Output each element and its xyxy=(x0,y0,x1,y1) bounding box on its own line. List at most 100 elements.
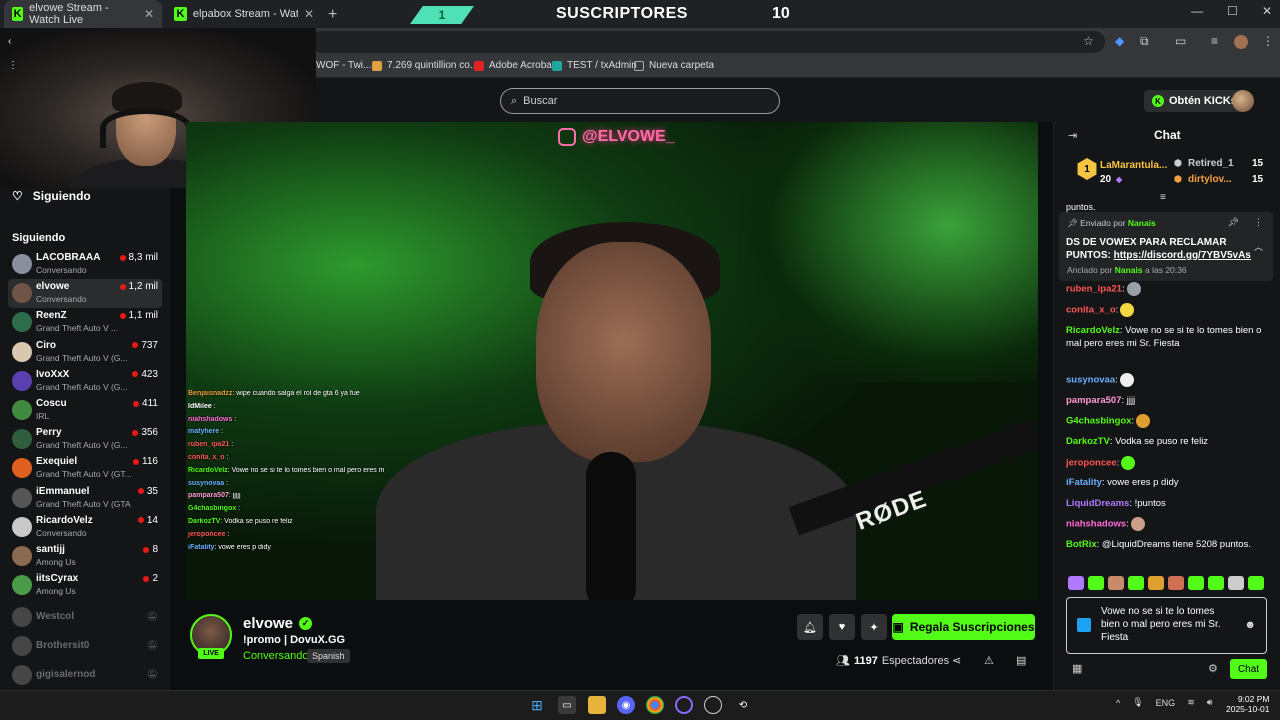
get-kicks-button[interactable]: K Obtén KICKs xyxy=(1144,90,1245,112)
kicks-action-button[interactable]: ✦ xyxy=(861,614,887,640)
emote-icon[interactable] xyxy=(1228,576,1244,590)
chat-username[interactable]: RicardoVelz xyxy=(1066,325,1120,336)
emoji-icon[interactable]: ☻ xyxy=(1244,619,1256,631)
leader-name[interactable]: LaMarantula... xyxy=(1100,160,1167,171)
steam-icon[interactable] xyxy=(704,696,722,714)
language-indicator[interactable]: ENG xyxy=(1156,698,1176,708)
close-tab-icon[interactable]: ✕ xyxy=(144,7,154,21)
user-avatar[interactable] xyxy=(1232,90,1254,112)
wifi-icon[interactable]: ≋ xyxy=(1187,697,1195,708)
more-options-icon[interactable]: ⋮ xyxy=(1254,217,1263,228)
chat-username[interactable]: iFatality xyxy=(1066,477,1102,488)
emote-icon[interactable] xyxy=(1068,576,1084,590)
reading-list-icon[interactable]: ≡ xyxy=(1211,34,1218,48)
gift-subs-button[interactable]: ▣ Regala Suscripciones xyxy=(892,614,1035,640)
microphone-icon[interactable]: 🎙︎ xyxy=(1132,697,1143,708)
sidebar-channel-exequiel[interactable]: Exequiel Grand Theft Auto V (GT... 116 xyxy=(8,454,162,483)
discord-icon[interactable]: ◉ xyxy=(617,696,635,714)
close-window-icon[interactable]: ✕ xyxy=(1262,4,1272,18)
sidebar-channel-iemmanuel[interactable]: iEmmanuel Grand Theft Auto V (GTA) 35 xyxy=(8,484,162,513)
apps-icon[interactable]: ⋮ xyxy=(8,60,18,71)
sidebar-channel-santijj[interactable]: santijj Among Us 8 xyxy=(8,542,162,571)
windows-start-icon[interactable]: ⊞ xyxy=(528,696,546,714)
bookmark-item[interactable]: WOF - Twi... xyxy=(316,60,371,71)
chat-username[interactable]: BotRix xyxy=(1066,539,1097,550)
volume-icon[interactable]: 🔊︎ xyxy=(1207,697,1213,708)
follow-button[interactable]: ♥ xyxy=(829,614,855,640)
collapse-chat-icon[interactable]: ⇥ xyxy=(1068,129,1077,142)
sidebar-channel-ivoxxx[interactable]: IvoXxX Grand Theft Auto V (G... 423 xyxy=(8,367,162,396)
sidebar-channel-lacobraaa[interactable]: LACOBRAAA Conversando 8,3 mil xyxy=(8,250,162,279)
sidebar-channel-perry[interactable]: Perry Grand Theft Auto V (G... 356 xyxy=(8,425,162,454)
collapse-pin-icon[interactable]: ︿ xyxy=(1254,240,1263,253)
sidebar-channel-offline[interactable]: Brothersit0 🔕︎ xyxy=(8,632,162,661)
emote-icon[interactable] xyxy=(1088,576,1104,590)
emote-icon[interactable] xyxy=(1248,576,1264,590)
discord-link[interactable]: https://discord.gg/7YBV5vAs xyxy=(1114,250,1251,261)
stream-category[interactable]: Conversando xyxy=(243,650,308,662)
cast-icon[interactable]: ▭ xyxy=(1175,34,1186,48)
chat-input[interactable]: Vowe no se si te lo tomes bien o mal per… xyxy=(1066,597,1267,654)
bookmark-item[interactable]: Nueva carpeta xyxy=(634,60,714,71)
leader-name[interactable]: dirtylov... xyxy=(1188,174,1232,185)
sidebar-channel-ciro[interactable]: Ciro Grand Theft Auto V (G... 737 xyxy=(8,338,162,367)
store-icon[interactable]: ▦ xyxy=(1072,662,1082,675)
emote-icon[interactable] xyxy=(1188,576,1204,590)
chat-username[interactable]: niahshadows xyxy=(1066,519,1126,530)
bookmark-item[interactable]: TEST / txAdmin xyxy=(552,60,637,71)
chat-username[interactable]: G4chasbingox xyxy=(1066,416,1131,427)
chat-username[interactable]: conita_x_o xyxy=(1066,305,1116,316)
clock[interactable]: 9:02 PM 2025-10-01 xyxy=(1226,694,1269,714)
file-explorer-icon[interactable] xyxy=(588,696,606,714)
task-view-icon[interactable]: ▭ xyxy=(558,696,576,714)
leader-name[interactable]: Retired_1 xyxy=(1188,158,1234,169)
new-tab-button[interactable]: + xyxy=(328,6,337,24)
following-header[interactable]: ♡ Siguiendo xyxy=(12,189,91,203)
share-icon[interactable]: ⋖ xyxy=(952,654,961,667)
bookmark-item[interactable]: 7.269 quintillion co... xyxy=(372,60,478,71)
chrome-icon[interactable] xyxy=(646,696,664,714)
expand-filter-icon[interactable]: ≡ xyxy=(1160,192,1166,203)
sidebar-channel-ricardovelz[interactable]: RicardoVelz Conversando 14 xyxy=(8,513,162,542)
maximize-icon[interactable]: ☐ xyxy=(1227,4,1238,18)
url-input[interactable] xyxy=(310,31,1105,53)
clip-icon[interactable]: ▤ xyxy=(1016,654,1026,667)
notification-button[interactable]: 🔔︎ xyxy=(797,614,823,640)
language-tag[interactable]: Spanish xyxy=(307,649,350,663)
profile-avatar[interactable] xyxy=(1234,35,1248,49)
chat-username[interactable]: pampara507 xyxy=(1066,395,1121,406)
sidebar-channel-reenz[interactable]: ReenZ Grand Theft Auto V ... 1,1 mil xyxy=(8,308,162,337)
emote-icon[interactable] xyxy=(1208,576,1224,590)
pin-icon[interactable]: 📌︎ xyxy=(1228,217,1239,228)
chat-username[interactable]: jeroponcee xyxy=(1066,458,1117,469)
emote-icon[interactable] xyxy=(1108,576,1124,590)
menu-dots-icon[interactable]: ⋮ xyxy=(1262,34,1274,48)
sidebar-channel-offline[interactable]: Westcol 🔕︎ xyxy=(8,603,162,632)
chat-username[interactable]: susynovaa xyxy=(1066,375,1115,386)
streamer-name[interactable]: elvowe ✓ xyxy=(243,615,313,632)
chat-username[interactable]: ruben_ipa21 xyxy=(1066,284,1122,295)
send-chat-button[interactable]: Chat xyxy=(1230,659,1267,679)
chat-username[interactable]: LiquidDreams xyxy=(1066,498,1129,509)
chat-username[interactable]: DarkozTV xyxy=(1066,436,1110,447)
report-icon[interactable]: ⚠ xyxy=(984,654,994,667)
browser-tab-elvowe[interactable]: K elvowe Stream - Watch Live ✕ xyxy=(4,0,162,28)
sidebar-channel-iitscyrax[interactable]: iitsCyrax Among Us 2 xyxy=(8,571,162,600)
sidebar-channel-offline[interactable]: gigisalernod 🔕︎ xyxy=(8,661,162,690)
app-icon[interactable]: ⟲ xyxy=(734,696,752,714)
shield-extension-icon[interactable]: ◆ xyxy=(1115,34,1124,48)
browser-tab-elpabox[interactable]: K elpabox Stream - Watch Live on ✕ xyxy=(166,0,322,28)
minimize-icon[interactable]: — xyxy=(1191,4,1203,18)
emote-icon[interactable] xyxy=(1168,576,1184,590)
app-icon[interactable] xyxy=(675,696,693,714)
back-arrow-icon[interactable]: ‹ xyxy=(8,36,11,47)
bookmark-star-icon[interactable]: ☆ xyxy=(1083,34,1094,48)
gear-icon[interactable]: ⚙ xyxy=(1208,662,1218,675)
search-input[interactable]: ⌕ Buscar xyxy=(500,88,780,114)
emote-icon[interactable] xyxy=(1128,576,1144,590)
close-tab-icon[interactable]: ✕ xyxy=(304,7,314,21)
emote-icon[interactable] xyxy=(1148,576,1164,590)
chevron-up-icon[interactable]: ^ xyxy=(1116,698,1120,708)
bookmark-item[interactable]: Adobe Acrobat xyxy=(474,60,555,71)
extensions-icon[interactable]: ⧉ xyxy=(1140,34,1149,49)
